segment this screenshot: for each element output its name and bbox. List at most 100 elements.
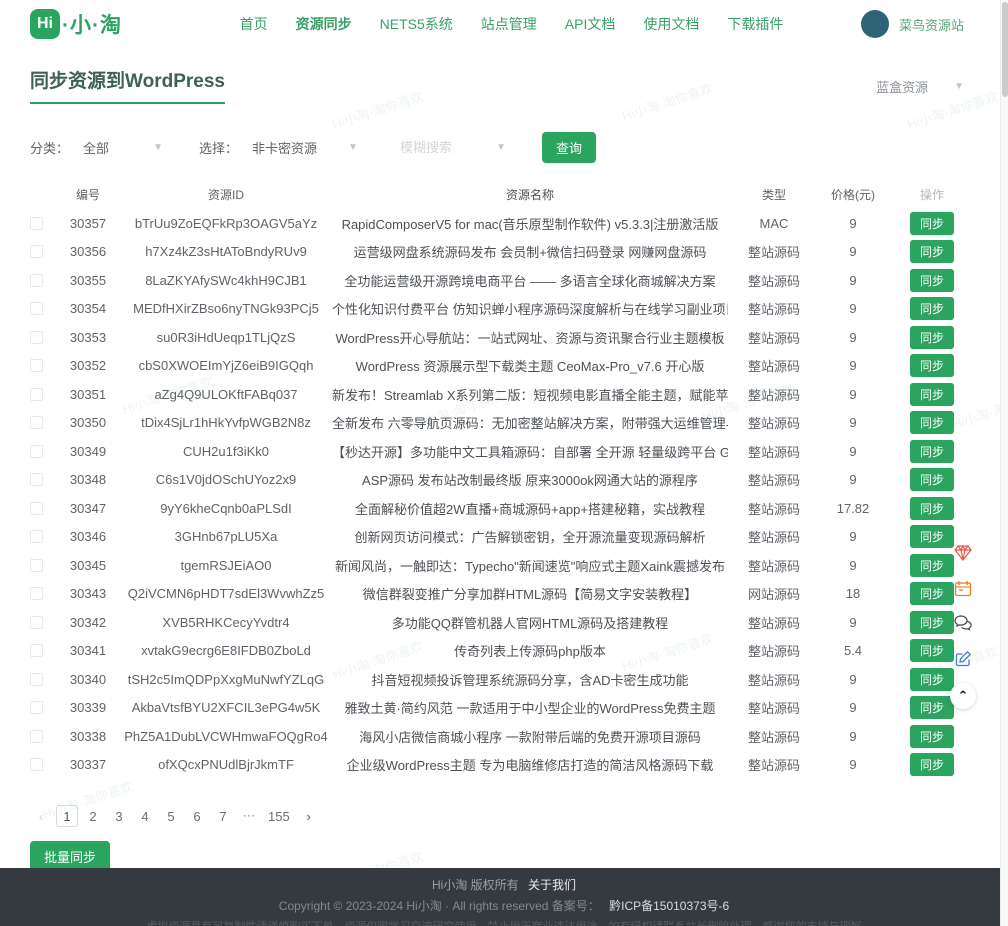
pagination-page-5[interactable]: 5 [160,805,182,827]
table-row: 30350tDix4SjLr1hHkYvfpWGB2N8z全新发布 六零导航页源… [30,409,978,438]
row-checkbox[interactable] [30,416,43,429]
pagination-page-3[interactable]: 3 [108,805,130,827]
row-checkbox[interactable] [30,530,43,543]
category-select[interactable]: 全部 ▼ [77,134,169,161]
col-id: 编号 [56,186,120,203]
row-checkbox[interactable] [30,388,43,401]
sync-button[interactable]: 同步 [910,497,954,520]
row-checkbox[interactable] [30,502,43,515]
row-checkbox[interactable] [30,445,43,458]
row-checkbox[interactable] [30,473,43,486]
sync-button[interactable]: 同步 [910,554,954,577]
sync-button[interactable]: 同步 [910,725,954,748]
sync-button[interactable]: 同步 [910,326,954,349]
row-checkbox[interactable] [30,616,43,629]
row-checkbox-cell [30,473,56,486]
pagination-page-7[interactable]: 7 [212,805,234,827]
scrollbar-thumb[interactable] [1002,2,1008,97]
scrollbar[interactable] [1000,0,1008,926]
pagination: ‹1234567⋯155› [30,805,978,827]
calendar-icon[interactable] [953,578,973,598]
row-checkbox[interactable] [30,302,43,315]
nav-item-1[interactable]: 资源同步 [296,14,352,34]
filter-bar: 分类： 全部 ▼ 选择： 非卡密资源 ▼ ▼ 查询 [30,132,978,163]
nav-item-5[interactable]: 使用文档 [643,14,699,34]
row-checkbox[interactable] [30,559,43,572]
resource-type-select[interactable]: 非卡密资源 ▼ [246,134,364,161]
table-row: 30349CUH2u1f3iKk0【秒达开源】多功能中文工具箱源码：自部署 全开… [30,437,978,466]
sync-button[interactable]: 同步 [910,582,954,605]
sync-button[interactable]: 同步 [910,240,954,263]
row-checkbox[interactable] [30,587,43,600]
row-checkbox-cell [30,245,56,258]
row-checkbox-cell [30,730,56,743]
cell-operation: 同步 [886,269,978,292]
row-checkbox[interactable] [30,274,43,287]
pagination-page-2[interactable]: 2 [82,805,104,827]
avatar[interactable] [861,10,889,38]
site-logo[interactable]: Hi ·小·淘 [30,9,122,39]
cell-resource-name: 个性化知识付费平台 仿知识蝉小程序源码深度解析与在线学习副业项目 [332,299,728,318]
cell-resource-name: 微信群裂变推广分享加群HTML源码【简易文字安装教程】 [332,584,728,603]
pagination-next[interactable]: › [298,805,320,827]
sync-button[interactable]: 同步 [910,525,954,548]
row-checkbox[interactable] [30,644,43,657]
nav-item-2[interactable]: NETS5系统 [380,14,453,34]
cell-id: 30347 [56,501,120,516]
sync-button[interactable]: 同步 [910,468,954,491]
sync-button[interactable]: 同步 [910,269,954,292]
row-checkbox[interactable] [30,730,43,743]
nav-item-6[interactable]: 下载插件 [727,14,783,34]
row-checkbox[interactable] [30,245,43,258]
gem-icon[interactable] [953,543,973,563]
query-button[interactable]: 查询 [542,132,596,163]
cell-resource-id: tDix4SjLr1hHkYvfpWGB2N8z [120,415,332,430]
pagination-page-6[interactable]: 6 [186,805,208,827]
nav-item-0[interactable]: 首页 [240,14,268,34]
main-content: 同步资源到WordPress 蓝盒资源 ▼ 分类： 全部 ▼ 选择： 非卡密资源… [0,66,1008,872]
cell-operation: 同步 [886,440,978,463]
source-select[interactable]: 蓝盒资源 ▼ [876,77,964,104]
sync-button[interactable]: 同步 [910,611,954,634]
sync-button[interactable]: 同步 [910,668,954,691]
sync-button[interactable]: 同步 [910,639,954,662]
pagination-page-4[interactable]: 4 [134,805,156,827]
sync-button[interactable]: 同步 [910,212,954,235]
cell-id: 30342 [56,615,120,630]
pagination-prev[interactable]: ‹ [30,805,52,827]
sync-button[interactable]: 同步 [910,753,954,776]
row-checkbox[interactable] [30,673,43,686]
cell-type: 整站源码 [728,641,820,660]
icp-license-link[interactable]: 黔ICP备15010373号-6 [609,899,729,913]
sync-button[interactable]: 同步 [910,696,954,719]
cell-resource-name: RapidComposerV5 for mac(音乐原型制作软件) v5.3.3… [332,214,728,233]
nav-item-4[interactable]: API文档 [565,14,616,34]
cell-resource-name: 海风小店微信商城小程序 一款附带后端的免费开源项目源码 [332,727,728,746]
row-checkbox[interactable] [30,701,43,714]
cell-resource-id: PhZ5A1DubLVCWHmwaFOQgRo4 [120,729,332,744]
about-us-link[interactable]: 关于我们 [528,878,576,892]
sync-button[interactable]: 同步 [910,354,954,377]
sync-button[interactable]: 同步 [910,440,954,463]
sync-button[interactable]: 同步 [910,383,954,406]
row-checkbox[interactable] [30,359,43,372]
sync-button[interactable]: 同步 [910,297,954,320]
row-checkbox-cell [30,388,56,401]
row-checkbox[interactable] [30,758,43,771]
cell-resource-id: Q2iVCMN6pHDT7sdEl3WvwhZz5 [120,586,332,601]
cell-resource-id: bTrUu9ZoEQFkRp3OAGV5aYz [120,216,332,231]
pagination-page-1[interactable]: 1 [56,805,78,827]
chat-icon[interactable] [953,613,973,633]
row-checkbox[interactable] [30,217,43,230]
search-input[interactable] [400,140,486,155]
cell-price: 9 [820,615,886,630]
row-checkbox-cell [30,331,56,344]
pagination-page-155[interactable]: 155 [264,805,294,827]
edit-icon[interactable] [953,648,973,668]
back-to-top-button[interactable]: ⌃ [950,683,976,709]
cell-id: 30351 [56,387,120,402]
user-box[interactable]: 菜鸟资源站 [861,10,964,38]
row-checkbox[interactable] [30,331,43,344]
nav-item-3[interactable]: 站点管理 [481,14,537,34]
sync-button[interactable]: 同步 [910,411,954,434]
